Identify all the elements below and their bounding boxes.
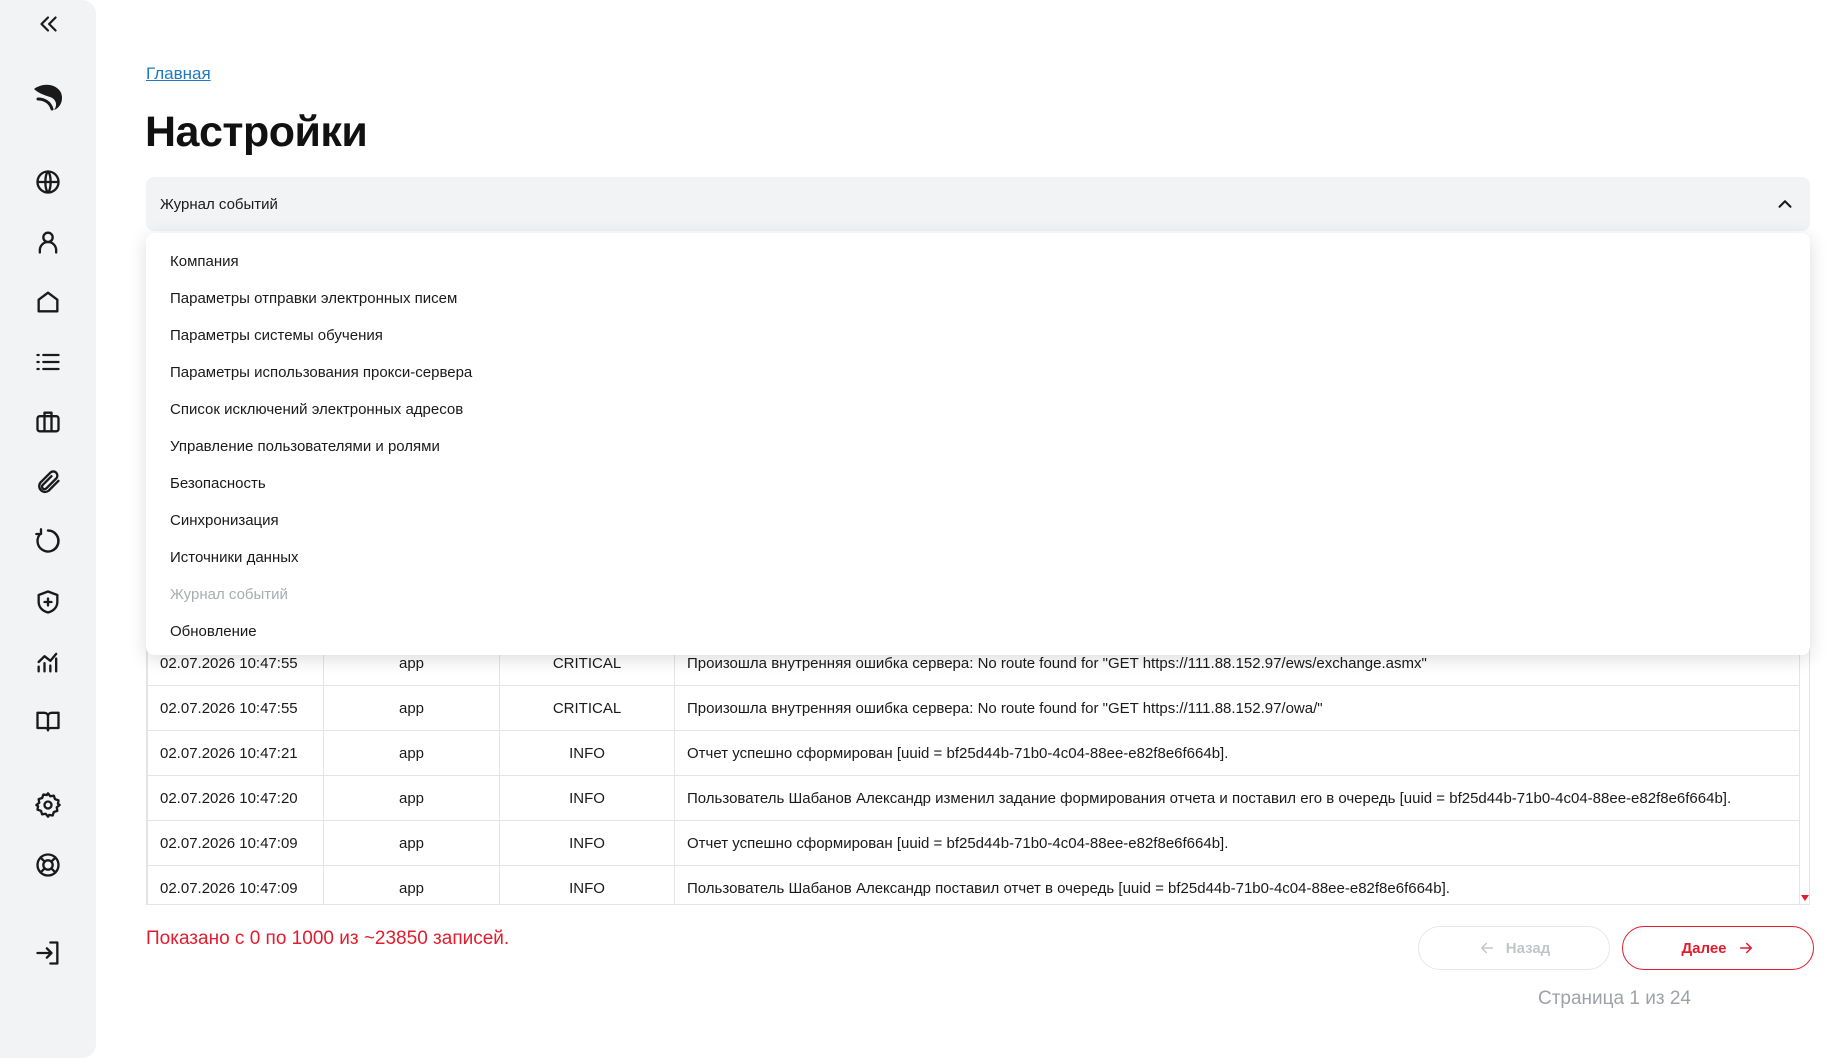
prev-page-button[interactable]: Назад: [1418, 926, 1610, 970]
sidebar: [0, 0, 96, 1058]
user-icon: [38, 231, 58, 254]
sidebar-item-docs[interactable]: [24, 697, 72, 745]
sidebar-item-analytics[interactable]: [24, 638, 72, 686]
cell-level: INFO: [499, 820, 675, 866]
shield-plus-icon: [37, 590, 59, 614]
arrow-left-icon: [1480, 942, 1493, 954]
page-title: Настройки: [145, 108, 368, 156]
settings-section-dropdown: Компания Параметры отправки электронных …: [146, 233, 1810, 655]
sidebar-item-security[interactable]: [24, 578, 72, 626]
chevron-up-icon: [1778, 200, 1792, 208]
sidebar-item-attachments[interactable]: [24, 458, 72, 506]
book-icon: [36, 711, 60, 732]
prev-page-label: Назад: [1505, 939, 1551, 957]
home-icon: [37, 291, 59, 313]
table-row: 02.07.2026 10:47:20 app INFO Пользовател…: [147, 775, 1800, 821]
table-row: 02.07.2026 10:47:09 app INFO Пользовател…: [147, 865, 1800, 904]
globe-icon: [36, 170, 60, 194]
collapse-sidebar-button[interactable]: [24, 0, 72, 48]
logo[interactable]: [24, 73, 72, 121]
lifebuoy-icon: [36, 853, 60, 877]
sidebar-item-sync[interactable]: [24, 517, 72, 565]
scroll-down-arrow[interactable]: [1801, 895, 1809, 901]
cell-source: app: [323, 685, 500, 731]
sidebar-item-settings[interactable]: [24, 781, 72, 829]
cell-message: Пользователь Шабанов Александр изменил з…: [674, 775, 1800, 821]
records-summary: Показано с 0 по 1000 из ~23850 записей.: [146, 928, 510, 949]
cell-message: Пользователь Шабанов Александр поставил …: [674, 865, 1800, 904]
next-page-label: Далее: [1681, 939, 1727, 957]
cell-date: 02.07.2026 10:47:09: [147, 865, 324, 904]
cell-date: 02.07.2026 10:47:21: [147, 730, 324, 776]
dropdown-option[interactable]: Параметры использования прокси-сервера: [146, 354, 1810, 391]
cell-level: INFO: [499, 730, 675, 776]
arrow-right-icon: [1739, 942, 1752, 954]
cell-level: INFO: [499, 865, 675, 904]
sidebar-item-list[interactable]: [24, 338, 72, 386]
sidebar-item-home[interactable]: [24, 278, 72, 326]
briefcase-icon: [36, 411, 60, 433]
event-log-table[interactable]: 02.07.2026 10:47:55 app CRITICAL Произош…: [146, 640, 1810, 905]
cell-level: INFO: [499, 775, 675, 821]
analytics-icon: [37, 652, 58, 673]
cell-date: 02.07.2026 10:47:20: [147, 775, 324, 821]
cell-level: CRITICAL: [499, 685, 675, 731]
table-row: 02.07.2026 10:47:55 app CRITICAL Произош…: [147, 685, 1800, 731]
page-indicator: Страница 1 из 24: [1538, 988, 1691, 1009]
cell-source: app: [323, 730, 500, 776]
cell-source: app: [323, 820, 500, 866]
collapse-icon: [40, 16, 57, 32]
dropdown-option[interactable]: Компания: [146, 243, 1810, 280]
sidebar-item-domains[interactable]: [24, 158, 72, 206]
dropdown-option[interactable]: Управление пользователями и ролями: [146, 428, 1810, 465]
sidebar-item-users[interactable]: [24, 218, 72, 266]
settings-section-select[interactable]: Журнал событий: [146, 177, 1810, 231]
dropdown-option[interactable]: Безопасность: [146, 465, 1810, 502]
breadcrumb-home-link[interactable]: Главная: [146, 64, 211, 84]
dropdown-option[interactable]: Обновление: [146, 613, 1810, 650]
cell-date: 02.07.2026 10:47:09: [147, 820, 324, 866]
gear-icon: [35, 792, 61, 818]
logo-icon: [34, 84, 62, 111]
sidebar-item-support[interactable]: [24, 841, 72, 889]
refresh-icon: [35, 528, 60, 553]
dropdown-option[interactable]: Список исключений электронных адресов: [146, 391, 1810, 428]
cell-message: Произошла внутренняя ошибка сервера: No …: [674, 685, 1800, 731]
sidebar-item-briefcase[interactable]: [24, 398, 72, 446]
dropdown-option[interactable]: Параметры отправки электронных писем: [146, 280, 1810, 317]
table-row: 02.07.2026 10:47:09 app INFO Отчет успеш…: [147, 820, 1800, 866]
cell-source: app: [323, 775, 500, 821]
logout-button[interactable]: [24, 929, 72, 977]
dropdown-option[interactable]: Параметры системы обучения: [146, 317, 1810, 354]
cell-source: app: [323, 865, 500, 904]
select-value: Журнал событий: [160, 195, 278, 213]
logout-icon: [36, 941, 59, 965]
cell-date: 02.07.2026 10:47:55: [147, 685, 324, 731]
dropdown-option[interactable]: Синхронизация: [146, 502, 1810, 539]
table-row: 02.07.2026 10:47:21 app INFO Отчет успеш…: [147, 730, 1800, 776]
cell-message: Отчет успешно сформирован [uuid = bf25d4…: [674, 730, 1800, 776]
dropdown-option[interactable]: Источники данных: [146, 539, 1810, 576]
paperclip-icon: [38, 470, 60, 494]
next-page-button[interactable]: Далее: [1622, 926, 1814, 970]
list-icon: [36, 353, 60, 371]
cell-message: Отчет успешно сформирован [uuid = bf25d4…: [674, 820, 1800, 866]
dropdown-option-selected: Журнал событий: [170, 586, 288, 603]
